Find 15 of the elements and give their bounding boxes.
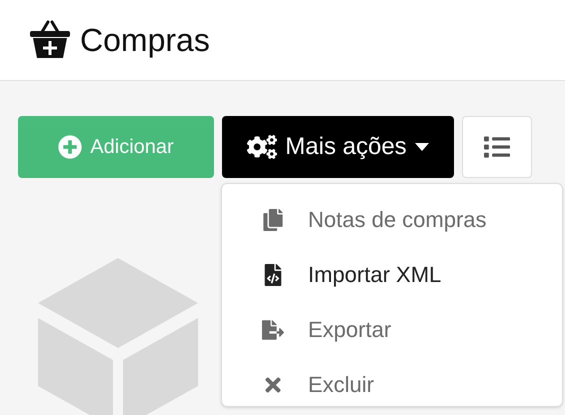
plus-icon (58, 135, 82, 159)
menu-item[interactable]: Exportar (222, 302, 562, 357)
caret-icon (414, 143, 429, 151)
list-icon (484, 134, 510, 160)
documents-icon (262, 208, 284, 230)
menu-item[interactable]: Importar XML (222, 247, 562, 302)
menu-item[interactable]: Excluir (222, 357, 562, 406)
gears-icon (247, 132, 278, 162)
code-file-icon (262, 264, 284, 286)
file-icon (262, 318, 284, 340)
list-view-button[interactable] (462, 116, 532, 178)
page-title: Compras (80, 21, 210, 60)
more-actions-button[interactable]: Mais ações (222, 116, 454, 178)
menu-item[interactable]: Notas de compras (222, 192, 562, 247)
basket-icon (28, 20, 72, 60)
